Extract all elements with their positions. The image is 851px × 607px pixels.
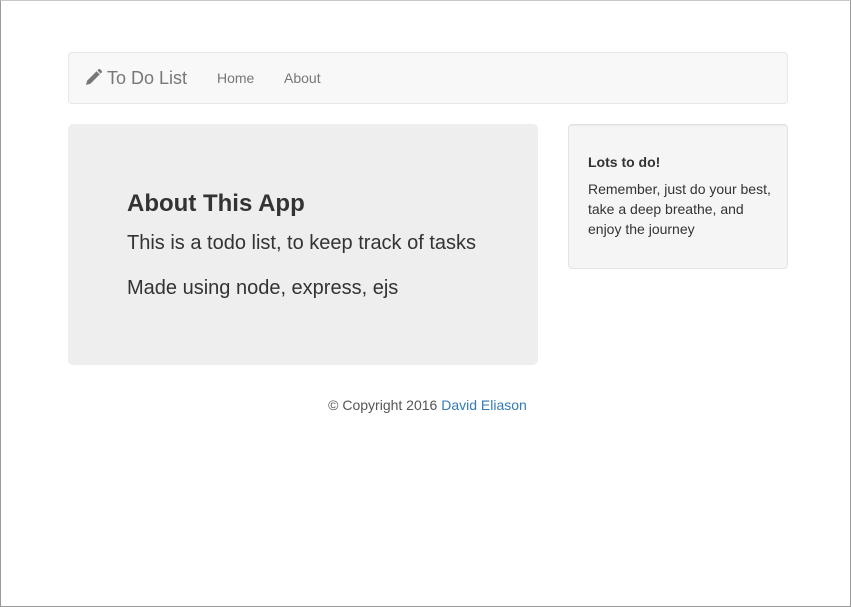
about-tech-stack: Made using node, express, ejs: [127, 277, 399, 299]
pencil-icon: [83, 68, 103, 88]
brand-label: To Do List: [107, 67, 188, 88]
page-title: About This App: [127, 190, 305, 217]
author-link[interactable]: David Eliason: [441, 397, 527, 413]
navbar: To Do List Home About: [68, 52, 788, 104]
navbar-brand[interactable]: To Do List: [83, 53, 187, 103]
copyright-text: © Copyright 2016: [328, 397, 442, 413]
sidebar-well: Lots to do! Remember, just do your best,…: [568, 124, 788, 269]
footer: © Copyright 2016 David Eliason: [1, 397, 851, 413]
browser-viewport: To Do List Home About About This App Thi…: [0, 0, 851, 607]
sidebar-text: Remember, just do your best, take a deep…: [588, 181, 771, 237]
about-jumbotron: About This App This is a todo list, to k…: [68, 124, 538, 365]
about-description: This is a todo list, to keep track of ta…: [127, 232, 477, 254]
sidebar-title: Lots to do!: [588, 154, 661, 170]
nav-link-home[interactable]: Home: [217, 53, 254, 103]
nav-link-about[interactable]: About: [284, 53, 321, 103]
